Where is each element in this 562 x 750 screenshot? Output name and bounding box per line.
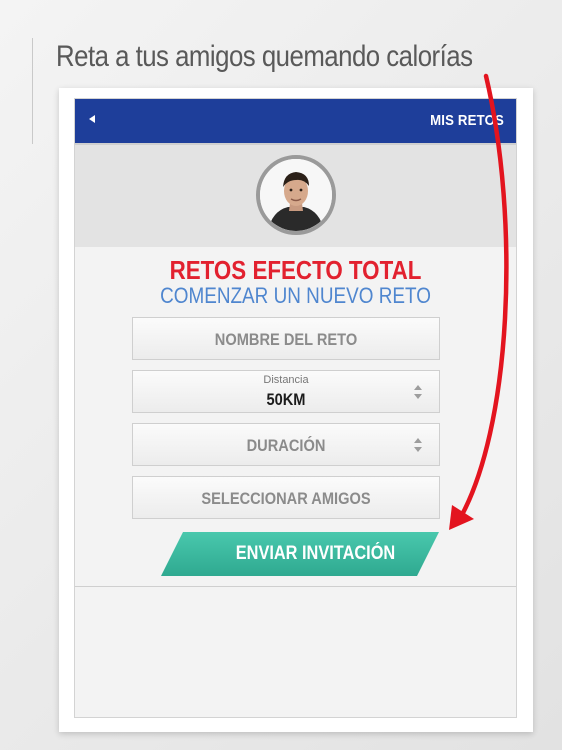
distance-value: 50KM (266, 390, 306, 409)
divider (75, 586, 516, 587)
avatar-image (260, 159, 332, 231)
avatar (256, 155, 336, 235)
headline-rule (32, 38, 33, 144)
distance-label: Distancia (263, 374, 309, 386)
challenge-title: RETOS EFECTO TOTAL (169, 255, 422, 285)
challenge-name-placeholder: NOMBRE DEL RETO (214, 330, 358, 349)
top-bar: MIS RETOS (75, 99, 516, 145)
my-challenges-link[interactable]: MIS RETOS (430, 112, 504, 129)
headline: Reta a tus amigos quemando calorías (56, 40, 473, 73)
stepper-icon[interactable] (414, 438, 423, 452)
send-invitation-label: ENVIAR INVITACIÓN (235, 543, 396, 564)
stepper-icon[interactable] (414, 385, 423, 399)
challenge-subtitle: COMENZAR UN NUEVO RETO (160, 283, 431, 308)
profile-band (75, 145, 516, 247)
duration-select[interactable]: DURACIÓN (132, 423, 440, 466)
select-friends-input[interactable]: SELECCIONAR AMIGOS (132, 476, 440, 519)
back-arrow-icon[interactable] (89, 115, 95, 123)
challenge-name-input[interactable]: NOMBRE DEL RETO (132, 317, 440, 360)
chevron-up-icon (414, 385, 422, 390)
device-frame: MIS RETOS RETOS EFECTO TOTAL COMENZAR UN… (59, 88, 533, 732)
chevron-down-icon (414, 394, 422, 399)
select-friends-placeholder: SELECCIONAR AMIGOS (201, 489, 371, 508)
distance-select[interactable]: Distancia 50KM (132, 370, 440, 413)
chevron-up-icon (414, 438, 422, 443)
chevron-down-icon (414, 447, 422, 452)
duration-placeholder: DURACIÓN (246, 436, 326, 455)
send-invitation-button[interactable]: ENVIAR INVITACIÓN (161, 532, 439, 576)
app-screen: MIS RETOS RETOS EFECTO TOTAL COMENZAR UN… (74, 98, 517, 718)
